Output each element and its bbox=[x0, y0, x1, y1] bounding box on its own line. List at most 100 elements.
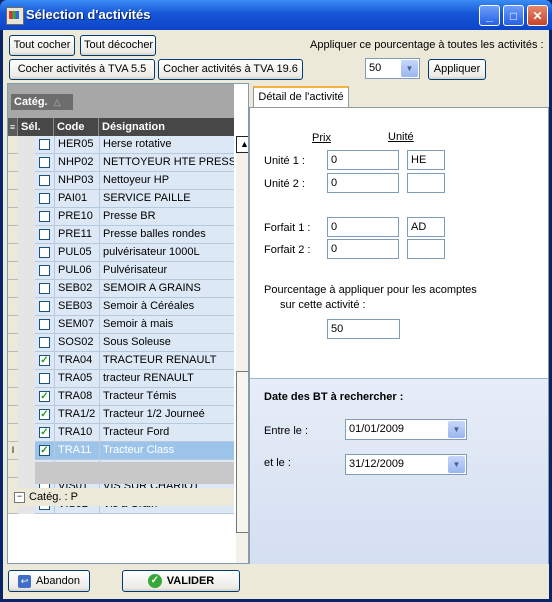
code-cell: SEB02 bbox=[54, 280, 99, 298]
designation-cell: NETTOYEUR HTE PRESS. bbox=[99, 154, 234, 172]
table-row[interactable]: SOS02 Sous Soleuse bbox=[8, 334, 234, 352]
row-indicator[interactable] bbox=[8, 388, 18, 406]
close-button[interactable]: ✕ bbox=[527, 5, 548, 26]
scroll-thumb[interactable] bbox=[236, 371, 248, 533]
dropdown-arrow-icon[interactable]: ▼ bbox=[401, 60, 418, 77]
header-code[interactable]: Code bbox=[54, 118, 99, 136]
row-indicator[interactable] bbox=[8, 208, 18, 226]
table-row[interactable]: PRE10 Presse BR bbox=[8, 208, 234, 226]
group-tag[interactable]: Catég. △ bbox=[11, 94, 73, 110]
calendar-dropdown-icon[interactable]: ▼ bbox=[448, 421, 465, 438]
table-row[interactable]: I ✓ TRA11 Tracteur Class bbox=[8, 442, 234, 460]
row-indicator[interactable]: I bbox=[8, 442, 18, 460]
forfait1-label: Forfait 1 : bbox=[264, 222, 311, 234]
row-indicator[interactable] bbox=[8, 352, 18, 370]
tab-detail[interactable]: Détail de l'activité bbox=[253, 86, 349, 107]
row-indicator[interactable] bbox=[8, 190, 18, 208]
unite1-unite-field[interactable]: HE bbox=[407, 150, 445, 170]
row-checkbox[interactable] bbox=[39, 265, 50, 276]
row-checkbox[interactable] bbox=[39, 319, 50, 330]
check-tva196-button[interactable]: Cocher activités à TVA 19.6 bbox=[158, 59, 303, 80]
row-checkbox[interactable] bbox=[39, 193, 50, 204]
calendar-dropdown-icon[interactable]: ▼ bbox=[448, 456, 465, 473]
unite2-prix-field[interactable]: 0 bbox=[327, 173, 399, 193]
table-row[interactable]: HER05 Herse rotative bbox=[8, 136, 234, 154]
check-all-button[interactable]: Tout cocher bbox=[9, 35, 75, 56]
unite1-prix-field[interactable]: 0 bbox=[327, 150, 399, 170]
row-indicator[interactable] bbox=[8, 136, 18, 154]
row-indicator[interactable] bbox=[8, 406, 18, 424]
table-row[interactable]: ✓ TRA04 TRACTEUR RENAULT bbox=[8, 352, 234, 370]
and-label: et le : bbox=[264, 457, 291, 469]
row-checkbox[interactable] bbox=[39, 211, 50, 222]
row-indicator[interactable] bbox=[8, 154, 18, 172]
row-indicator[interactable] bbox=[8, 244, 18, 262]
pct-field[interactable]: 50 bbox=[327, 319, 400, 339]
row-checkbox[interactable]: ✓ bbox=[39, 445, 50, 456]
row-checkbox[interactable]: ✓ bbox=[39, 391, 50, 402]
row-indicator[interactable] bbox=[8, 280, 18, 298]
bt-title: Date des BT à rechercher : bbox=[264, 391, 404, 403]
row-indicator[interactable] bbox=[8, 316, 18, 334]
table-row[interactable]: ✓ TRA1/2 Tracteur 1/2 Journeé bbox=[8, 406, 234, 424]
table-row[interactable]: SEM07 Semoir à mais bbox=[8, 316, 234, 334]
unite2-unite-field[interactable] bbox=[407, 173, 445, 193]
group-gutter bbox=[18, 172, 35, 190]
table-row[interactable]: NHP02 NETTOYEUR HTE PRESS. bbox=[8, 154, 234, 172]
table-row[interactable]: NHP03 Nettoyeur HP bbox=[8, 172, 234, 190]
header-sel[interactable]: Sél. bbox=[18, 118, 54, 136]
apply-button[interactable]: Appliquer bbox=[428, 59, 486, 80]
row-indicator[interactable] bbox=[8, 424, 18, 442]
row-checkbox[interactable]: ✓ bbox=[39, 409, 50, 420]
table-row[interactable]: TRA05 tracteur RENAULT bbox=[8, 370, 234, 388]
group-gutter bbox=[18, 406, 35, 424]
forfait2-prix-field[interactable]: 0 bbox=[327, 239, 399, 259]
forfait1-unite-field[interactable]: AD bbox=[407, 217, 445, 237]
header-designation[interactable]: Désignation bbox=[99, 118, 234, 136]
table-row[interactable]: SEB03 Semoir à Céréales bbox=[8, 298, 234, 316]
uncheck-all-button[interactable]: Tout décocher bbox=[80, 35, 156, 56]
minimize-button[interactable]: _ bbox=[479, 5, 500, 26]
forfait1-prix-field[interactable]: 0 bbox=[327, 217, 399, 237]
row-indicator[interactable] bbox=[8, 460, 18, 478]
row-checkbox[interactable] bbox=[39, 337, 50, 348]
row-indicator[interactable] bbox=[8, 172, 18, 190]
check-tva55-button[interactable]: Cocher activités à TVA 5.5 bbox=[9, 59, 155, 80]
validate-button[interactable]: ✓ VALIDER bbox=[122, 570, 240, 592]
bottom-bar: ↩ Abandon ✓ VALIDER bbox=[3, 568, 549, 599]
scroll-up-arrow-icon[interactable]: ▲ bbox=[236, 136, 248, 153]
percent-combo[interactable]: 50 ▼ bbox=[365, 58, 420, 79]
table-row[interactable]: ✓ TRA08 Tracteur Témis bbox=[8, 388, 234, 406]
row-indicator[interactable] bbox=[8, 226, 18, 244]
group-row-catP[interactable]: − Catég. : P bbox=[8, 488, 234, 506]
row-checkbox[interactable] bbox=[39, 139, 50, 150]
row-indicator[interactable] bbox=[8, 262, 18, 280]
start-date-picker[interactable]: 01/01/2009 ▼ bbox=[345, 419, 467, 440]
row-checkbox[interactable]: ✓ bbox=[39, 355, 50, 366]
collapse-icon[interactable]: − bbox=[14, 492, 25, 503]
row-checkbox[interactable]: ✓ bbox=[39, 427, 50, 438]
row-checkbox[interactable] bbox=[39, 157, 50, 168]
end-date-picker[interactable]: 31/12/2009 ▼ bbox=[345, 454, 467, 475]
title-bar[interactable]: Sélection d'activités _ □ ✕ bbox=[0, 0, 552, 30]
table-row[interactable]: ✓ TRA10 Tracteur Ford bbox=[8, 424, 234, 442]
maximize-button[interactable]: □ bbox=[503, 5, 524, 26]
row-checkbox[interactable] bbox=[39, 373, 50, 384]
forfait2-unite-field[interactable] bbox=[407, 239, 445, 259]
table-row[interactable]: PUL05 pulvérisateur 1000L bbox=[8, 244, 234, 262]
row-checkbox[interactable] bbox=[39, 229, 50, 240]
row-indicator[interactable] bbox=[8, 298, 18, 316]
row-indicator[interactable] bbox=[8, 370, 18, 388]
row-checkbox[interactable] bbox=[39, 301, 50, 312]
table-row[interactable]: SEB02 SEMOIR A GRAINS bbox=[8, 280, 234, 298]
abandon-button[interactable]: ↩ Abandon bbox=[8, 570, 90, 592]
row-checkbox[interactable] bbox=[39, 247, 50, 258]
table-row[interactable]: PRE11 Presse balles rondes bbox=[8, 226, 234, 244]
row-checkbox[interactable] bbox=[39, 283, 50, 294]
vertical-scrollbar[interactable]: ▲ ▼ bbox=[236, 136, 248, 563]
table-row[interactable]: PAI01 SERVICE PAILLE bbox=[8, 190, 234, 208]
sel-cell: ✓ bbox=[35, 424, 54, 442]
row-checkbox[interactable] bbox=[39, 175, 50, 186]
row-indicator[interactable] bbox=[8, 334, 18, 352]
table-row[interactable]: PUL06 Pulvérisateur bbox=[8, 262, 234, 280]
